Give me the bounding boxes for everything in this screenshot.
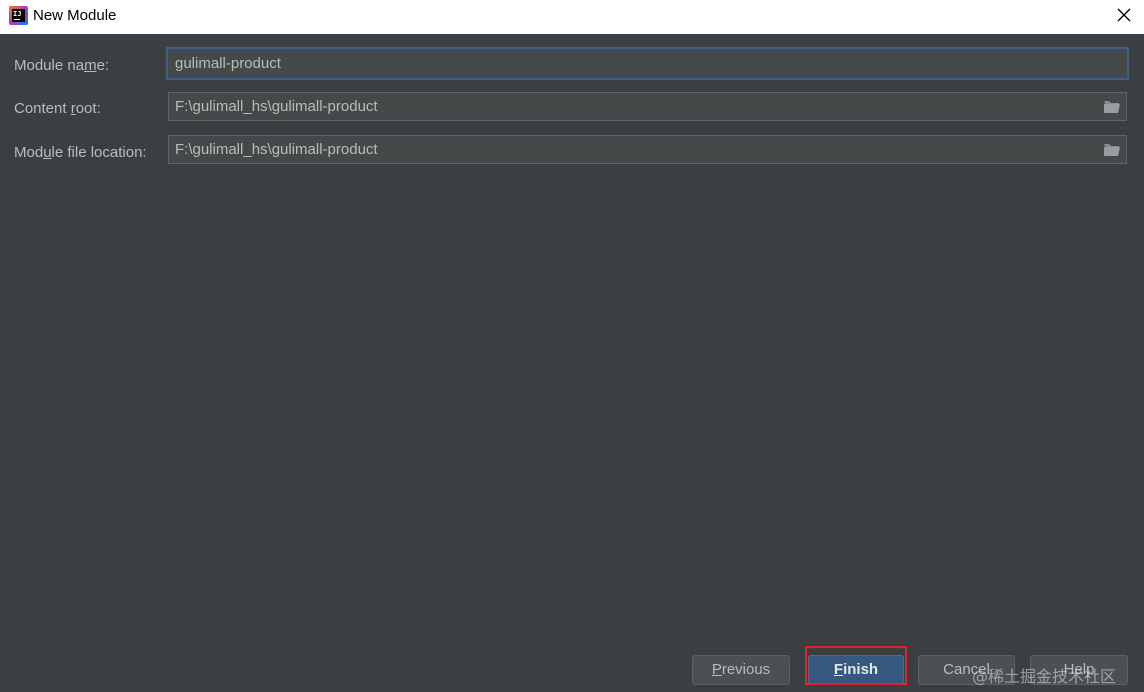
module-file-location-value: F:\gulimall_hs\gulimall-product <box>175 141 378 158</box>
browse-folder-icon[interactable] <box>1103 99 1121 114</box>
module-name-input[interactable]: gulimall-product <box>166 47 1129 80</box>
title-bar: IJ New Module <box>0 0 1144 34</box>
close-icon[interactable] <box>1116 7 1132 23</box>
watermark: @稀土掘金技术社区 <box>972 667 1117 686</box>
module-name-label: Module name: <box>14 57 110 74</box>
module-file-location-label: Module file location: <box>14 144 147 161</box>
content-root-label: Content root: <box>14 100 101 117</box>
window-title: New Module <box>33 7 117 24</box>
previous-button[interactable]: Previous <box>692 655 790 685</box>
content-root-value: F:\gulimall_hs\gulimall-product <box>175 98 378 115</box>
browse-folder-icon[interactable] <box>1103 142 1121 157</box>
finish-button[interactable]: Finish <box>808 655 904 685</box>
content-root-input[interactable]: F:\gulimall_hs\gulimall-product <box>168 92 1127 121</box>
intellij-app-icon: IJ <box>9 6 28 25</box>
module-name-value: gulimall-product <box>175 55 281 72</box>
module-file-location-input[interactable]: F:\gulimall_hs\gulimall-product <box>168 135 1127 164</box>
